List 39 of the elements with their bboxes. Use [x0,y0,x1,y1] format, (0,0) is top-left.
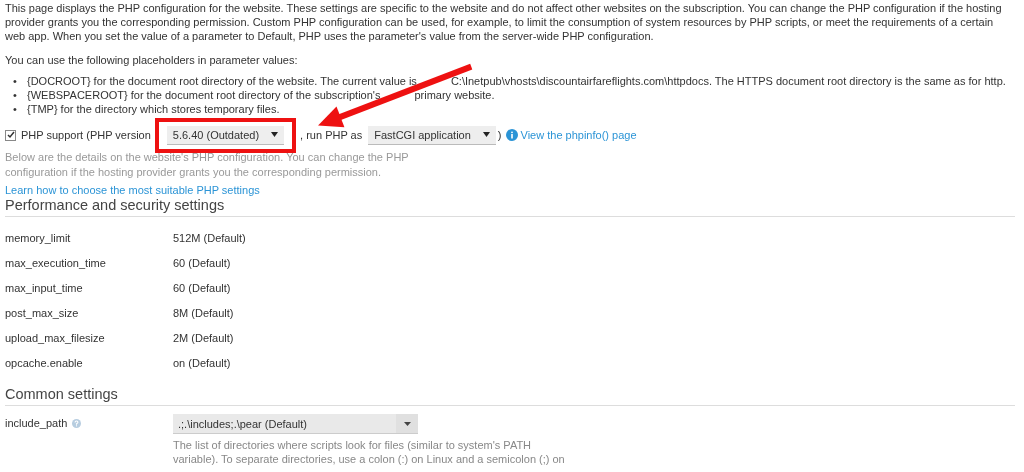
placeholder-text: primary website. [414,88,495,102]
setting-value: 8M (Default) [173,306,234,320]
bullet: • [13,74,18,88]
closing-parenthesis: ) [497,129,502,141]
setting-name: include_path [5,416,68,430]
setting-name: opcache.enable [5,356,83,370]
setting-name: max_execution_time [5,256,106,270]
php-support-checkbox[interactable] [5,129,16,141]
run-php-as-label: , run PHP as [300,129,363,141]
bullet: • [13,88,18,102]
placeholder-text: {WEBSPACEROOT} for the document root directory of the subscription's [27,88,381,102]
setting-value: on (Default) [173,356,231,370]
placeholder-text: C:\Inetpub\vhosts\discountairfareflights.com\httpdocs. The HTTPS document root directory is the same as for http. [450,74,1006,88]
bullet: • [13,102,18,116]
info-icon [505,129,518,141]
placeholders-intro: You can use the following placeholders in parameter values: [5,53,299,67]
php-version-select[interactable]: 5.6.40 (Outdated) [166,125,285,145]
php-config-description: Below are the details on the website's PHP configuration. You can change the PHP configuration if the hosting provider grants you the corresponding permission. [5,150,410,180]
setting-name: post_max_size [5,306,79,320]
setting-name: max_input_time [5,281,83,295]
caret-icon [271,132,279,137]
setting-name: memory_limit [5,231,71,245]
intro-paragraph: This page displays the PHP configuration for the website. These settings are specific to the website and do not affect other websites on the subscription. You can change the PHP configuration if the hosting provider grants you the corresponding permission. Custom PHP configuration can be used, for example, to limit the consumption of system resources by PHP scripts, or meet the requirements of a certain web app. When you set the value of a parameter to Default, PHP uses the parameter's value from the server-wide PHP configuration. [5,1,1003,43]
placeholder-text: {TMP} for the directory which stores temporary files. [27,102,280,116]
setting-name: upload_max_filesize [5,331,105,345]
setting-value: 60 (Default) [173,281,231,295]
php-support-label: PHP support (PHP version [21,129,151,141]
setting-value: 512M (Default) [173,231,246,245]
setting-value: 2M (Default) [173,331,234,345]
caret-icon [482,132,490,137]
placeholder-text: {DOCROOT} for the document root directory of the website. The current value is [27,74,417,88]
setting-hint: The list of directories where scripts look for files (similar to system's PATH variable). To separate directories, use a colon (:) on Linux and a semicolon (;) on [173,438,565,466]
section-heading: Performance and security settings [5,196,1015,217]
setting-value: 60 (Default) [173,256,231,270]
caret-icon [403,421,411,426]
php-handler-select[interactable]: FastCGI application [368,125,496,145]
include-path-combo[interactable]: .;.\includes;.\pear (Default) [173,414,418,434]
phpinfo-link[interactable]: View the phpinfo() page [520,129,637,141]
section-heading: Common settings [5,385,1015,406]
